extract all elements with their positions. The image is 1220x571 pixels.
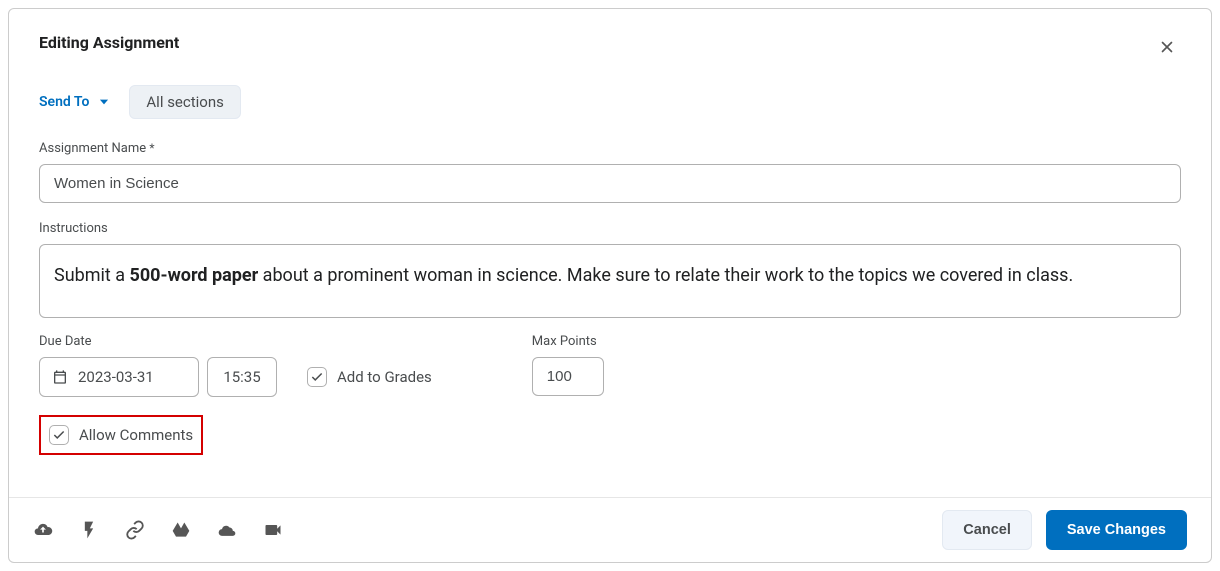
lightning-icon[interactable] <box>79 520 99 540</box>
max-points-label: Max Points <box>532 334 604 349</box>
dialog-footer: Cancel Save Changes <box>9 497 1211 562</box>
onedrive-icon[interactable] <box>217 520 237 540</box>
allow-comments-checkbox[interactable]: Allow Comments <box>49 425 193 445</box>
link-icon[interactable] <box>125 520 145 540</box>
due-date-inputs: 2023-03-31 15:35 Add to Grades <box>39 357 432 397</box>
editing-assignment-dialog: Editing Assignment Send To All sections … <box>8 8 1212 563</box>
dialog-body: Editing Assignment Send To All sections … <box>9 9 1211 497</box>
allow-comments-row: Allow Comments <box>39 415 1181 455</box>
allow-comments-highlight: Allow Comments <box>39 415 203 455</box>
calendar-icon <box>52 369 68 385</box>
check-icon <box>310 370 324 384</box>
instructions-field: Instructions Submit a 500-word paper abo… <box>39 221 1181 318</box>
chevron-down-icon <box>97 95 111 109</box>
due-date-group: Due Date 2023-03-31 15:35 Add to Grades <box>39 334 432 397</box>
cancel-button[interactable]: Cancel <box>942 510 1032 550</box>
instructions-text-prefix: Submit a <box>54 265 130 286</box>
save-changes-button[interactable]: Save Changes <box>1046 510 1187 550</box>
due-date-label: Due Date <box>39 334 432 349</box>
footer-toolbar <box>33 520 283 540</box>
google-drive-icon[interactable] <box>171 520 191 540</box>
checkbox-box <box>49 425 69 445</box>
max-points-group: Max Points <box>532 334 604 396</box>
sections-chip[interactable]: All sections <box>129 85 240 119</box>
assignment-name-label: Assignment Name * <box>39 141 1181 156</box>
due-date-date-input[interactable]: 2023-03-31 <box>39 357 199 397</box>
due-date-value: 2023-03-31 <box>78 368 154 386</box>
cloud-upload-icon[interactable] <box>33 520 53 540</box>
check-icon <box>52 428 66 442</box>
assignment-name-input[interactable] <box>39 164 1181 203</box>
video-camera-icon[interactable] <box>263 520 283 540</box>
instructions-label: Instructions <box>39 221 1181 236</box>
required-star: * <box>149 141 154 155</box>
add-to-grades-label: Add to Grades <box>337 368 432 386</box>
due-date-row: Due Date 2023-03-31 15:35 Add to Grades <box>39 334 1181 397</box>
instructions-text-bold: 500-word paper <box>130 265 259 286</box>
instructions-editor[interactable]: Submit a 500-word paper about a prominen… <box>39 244 1181 318</box>
max-points-input[interactable] <box>532 357 604 396</box>
close-button[interactable] <box>1153 33 1181 61</box>
send-to-dropdown[interactable]: Send To <box>39 94 111 110</box>
send-to-label: Send To <box>39 94 89 110</box>
dialog-header: Editing Assignment <box>39 33 1181 61</box>
assignment-name-field: Assignment Name * <box>39 141 1181 203</box>
add-to-grades-checkbox[interactable]: Add to Grades <box>307 367 432 387</box>
page-title: Editing Assignment <box>39 33 179 52</box>
close-icon <box>1158 38 1176 56</box>
due-date-time-input[interactable]: 15:35 <box>207 357 277 397</box>
send-to-row: Send To All sections <box>39 85 1181 119</box>
footer-actions: Cancel Save Changes <box>942 510 1187 550</box>
checkbox-box <box>307 367 327 387</box>
due-time-value: 15:35 <box>223 368 260 386</box>
instructions-text-suffix: about a prominent woman in science. Make… <box>258 265 1073 286</box>
allow-comments-label: Allow Comments <box>79 426 193 444</box>
